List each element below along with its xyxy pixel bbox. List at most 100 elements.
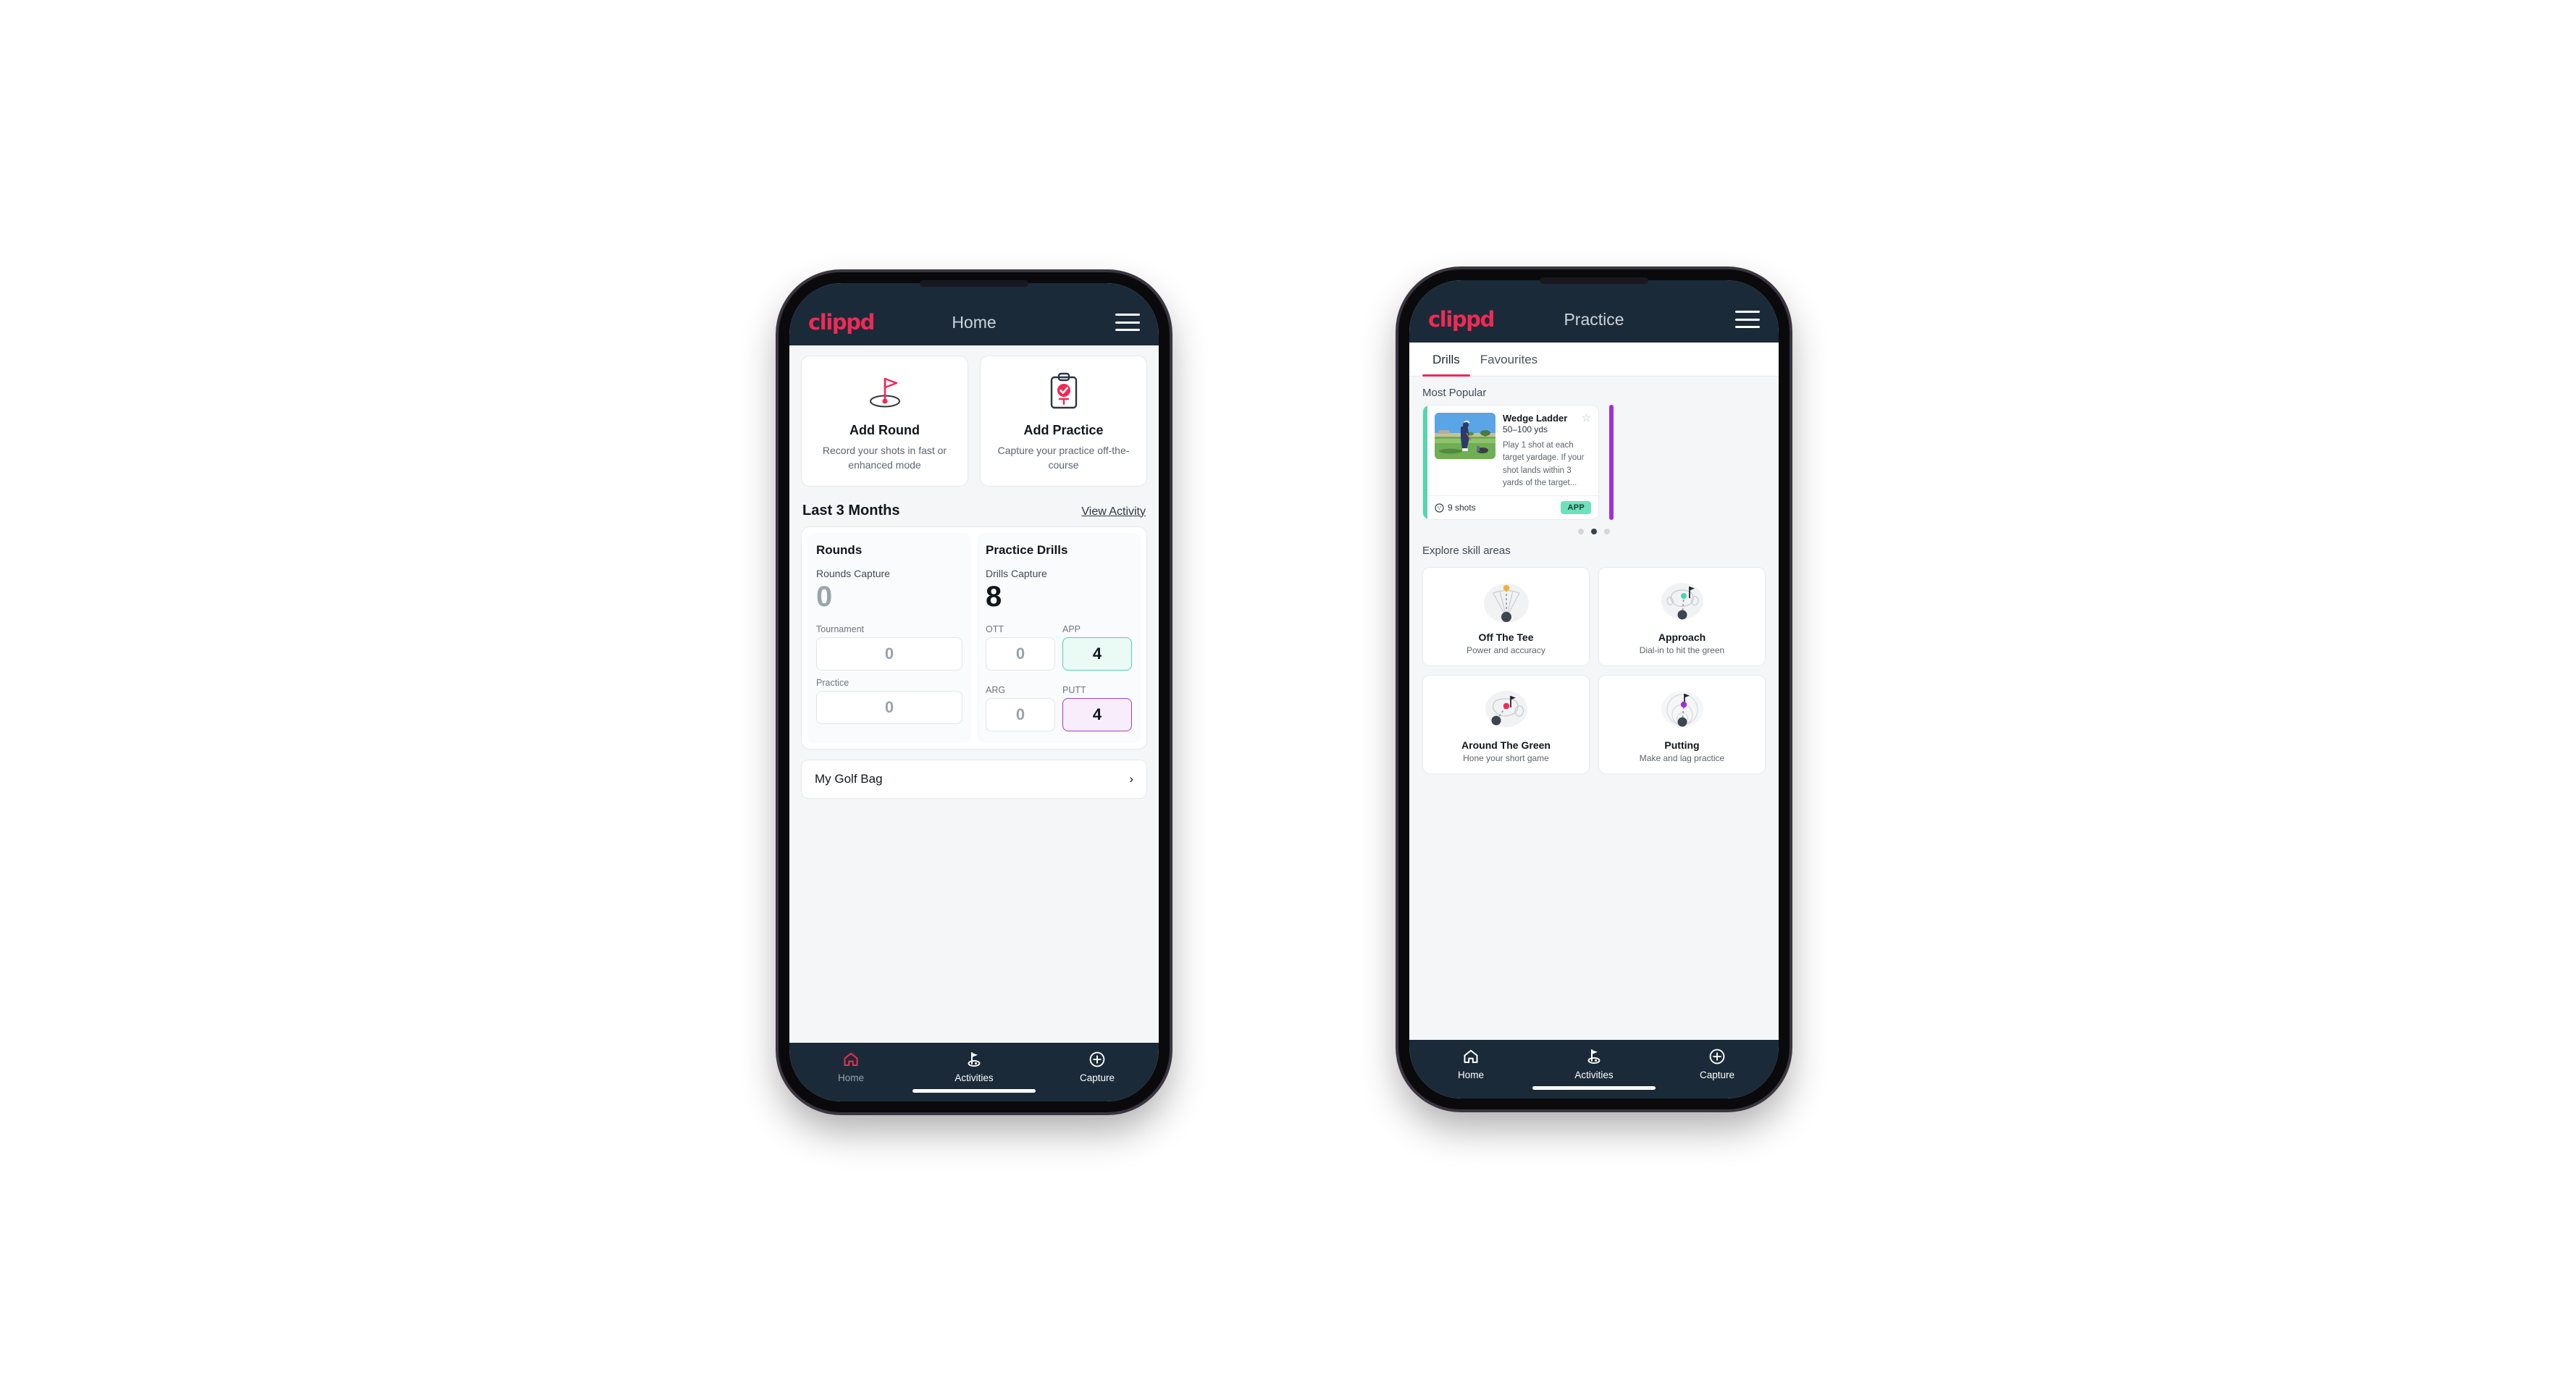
drills-capture-value: 8 [986, 580, 1002, 613]
skill-subtitle: Dial-in to hit the green [1639, 645, 1725, 655]
nav-label-capture: Capture [1079, 1072, 1115, 1083]
skill-card-approach[interactable]: Approach Dial-in to hit the green [1598, 567, 1766, 666]
quick-actions-row: Add Round Record your shots in fast or e… [789, 345, 1159, 487]
home-app-bar: clippd Home [789, 283, 1159, 345]
practice-bottom-nav: Home Activities Capture [1409, 1040, 1779, 1099]
putt-label: PUTT [1062, 684, 1086, 695]
practice-tabs: Drills Favourites [1409, 343, 1779, 377]
skill-card-putting[interactable]: Putting Make and lag practice [1598, 675, 1766, 774]
home-bottom-nav: Home Activities Capture [789, 1043, 1159, 1101]
clipboard-check-icon [988, 371, 1139, 413]
hamburger-icon[interactable] [1735, 311, 1760, 328]
nav-item-capture[interactable]: Capture [1036, 1050, 1159, 1083]
carousel-dot-3[interactable] [1604, 529, 1610, 534]
around-the-green-icon [1429, 684, 1583, 735]
section-title: Last 3 Months [802, 502, 900, 518]
skill-card-around-the-green[interactable]: Around The Green Hone your short game [1422, 675, 1590, 774]
home-body: Add Round Record your shots in fast or e… [789, 345, 1159, 1043]
hamburger-icon[interactable] [1115, 314, 1140, 331]
tab-favourites[interactable]: Favourites [1470, 343, 1548, 376]
my-golf-bag-label: My Golf Bag [815, 771, 883, 786]
star-outline-icon[interactable]: ☆ [1582, 413, 1591, 424]
carousel-dots[interactable] [1409, 520, 1779, 534]
tournament-label: Tournament [816, 623, 865, 634]
skill-subtitle: Make and lag practice [1639, 753, 1725, 763]
arg-label: ARG [986, 684, 1006, 695]
nav-label-capture: Capture [1699, 1070, 1735, 1080]
carousel-dot-1[interactable] [1578, 529, 1584, 534]
skill-areas-grid: Off The Tee Power and accuracy Approach … [1409, 563, 1779, 774]
nav-item-home[interactable]: Home [789, 1050, 912, 1083]
putting-rings-icon [1605, 684, 1759, 735]
drill-carousel[interactable]: ☆ Wedge Ladder 50–100 yds Play 1 shot at… [1409, 405, 1779, 520]
nav-label-activities: Activities [955, 1072, 994, 1083]
practice-screen: clippd Practice Drills Favourites Most P… [1409, 280, 1779, 1099]
last-3-months-header: Last 3 Months View Activity [789, 487, 1159, 526]
skill-subtitle: Hone your short game [1463, 753, 1549, 763]
putt-value[interactable]: 4 [1062, 697, 1132, 731]
app-label: APP [1062, 623, 1081, 634]
rounds-heading: Rounds [816, 542, 863, 557]
home-icon [1462, 1047, 1480, 1066]
practice-app-bar: clippd Practice [1409, 280, 1779, 343]
skill-title: Approach [1658, 631, 1706, 643]
nav-label-activities: Activities [1574, 1070, 1614, 1080]
golfer-driving-range-photo [1435, 413, 1495, 459]
add-practice-card[interactable]: Add Practice Capture your practice off-t… [980, 356, 1147, 487]
practice-body: Drills Favourites Most Popular ☆ Wedge L… [1409, 343, 1779, 1040]
home-screen: clippd Home Add Round Record your shots … [789, 283, 1159, 1101]
app-value[interactable]: 4 [1062, 637, 1132, 671]
golf-flag-icon [1585, 1047, 1603, 1066]
drill-shots: 9 shots [1435, 503, 1476, 513]
nav-item-activities[interactable]: Activities [912, 1050, 1036, 1083]
golf-flag-icon [965, 1050, 983, 1069]
add-round-card[interactable]: Add Round Record your shots in fast or e… [801, 356, 968, 487]
ott-label: OTT [986, 623, 1004, 634]
clippd-logo[interactable]: clippd [1428, 307, 1495, 332]
plus-circle-icon [1088, 1050, 1106, 1069]
drill-shots-label: 9 shots [1448, 503, 1476, 513]
next-drill-card-peek[interactable] [1609, 405, 1614, 520]
skill-subtitle: Power and accuracy [1467, 645, 1545, 655]
practice-drills-column: Practice Drills Drills Capture 8 OTT 0 A… [977, 532, 1141, 743]
clippd-logo[interactable]: clippd [808, 310, 875, 335]
tournament-value[interactable]: 0 [816, 637, 962, 671]
skill-title: Off The Tee [1478, 631, 1534, 643]
drill-title: Wedge Ladder [1503, 413, 1568, 424]
tee-shot-dispersion-icon [1429, 576, 1583, 627]
plus-circle-icon [1708, 1047, 1726, 1066]
add-round-title: Add Round [849, 423, 920, 437]
practice-label: Practice [816, 677, 849, 688]
arg-value[interactable]: 0 [986, 697, 1055, 731]
rounds-column: Rounds Rounds Capture 0 Tournament 0 Pra… [807, 532, 971, 743]
carousel-dot-2[interactable] [1591, 529, 1597, 534]
view-activity-link[interactable]: View Activity [1081, 505, 1146, 518]
tab-drills[interactable]: Drills [1422, 343, 1470, 377]
drill-card-wedge-ladder[interactable]: ☆ Wedge Ladder 50–100 yds Play 1 shot at… [1422, 405, 1599, 520]
nav-item-capture[interactable]: Capture [1656, 1047, 1779, 1080]
rounds-capture-label: Rounds Capture [816, 567, 890, 579]
skill-title: Around The Green [1461, 739, 1551, 751]
nav-item-home[interactable]: Home [1409, 1047, 1532, 1080]
drills-capture-label: Drills Capture [986, 567, 1047, 579]
chevron-right-icon: › [1129, 772, 1133, 786]
home-indicator [912, 1089, 1036, 1093]
drill-category-badge: APP [1561, 501, 1591, 514]
explore-skill-areas-label: Explore skill areas [1422, 545, 1511, 557]
my-golf-bag-row[interactable]: My Golf Bag › [801, 759, 1147, 799]
add-practice-title: Add Practice [1023, 423, 1104, 437]
drill-description: Play 1 shot at each target yardage. If y… [1503, 441, 1585, 487]
ott-value[interactable]: 0 [986, 637, 1055, 671]
practice-value[interactable]: 0 [816, 690, 962, 724]
add-round-subtitle: Record your shots in fast or enhanced mo… [822, 445, 947, 471]
drill-yardage: 50–100 yds [1503, 424, 1548, 434]
home-indicator [1532, 1086, 1656, 1090]
nav-item-activities[interactable]: Activities [1532, 1047, 1656, 1080]
skill-card-off-the-tee[interactable]: Off The Tee Power and accuracy [1422, 567, 1590, 666]
practice-drills-heading: Practice Drills [986, 542, 1068, 557]
rounds-capture-value: 0 [816, 580, 833, 613]
screenshot-canvas: clippd Home Add Round Record your shots … [0, 0, 2576, 1386]
golf-ball-icon [1435, 503, 1444, 513]
nav-label-home: Home [1457, 1070, 1484, 1080]
stats-card: Rounds Rounds Capture 0 Tournament 0 Pra… [801, 526, 1147, 749]
